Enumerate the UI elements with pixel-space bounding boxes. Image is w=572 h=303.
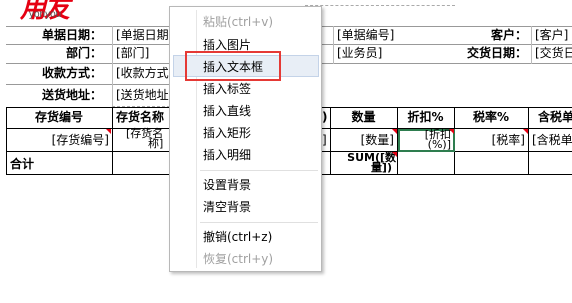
menu-item-insert-line[interactable]: 插入直线	[203, 103, 251, 119]
grid-line	[112, 26, 113, 106]
logo-sub: yonyou	[29, 9, 62, 20]
label-customer: 客户：	[490, 28, 527, 42]
field-delivery-date[interactable]: [交货日	[535, 46, 572, 61]
col-header-taxprice: 含税单	[538, 110, 572, 124]
label-doc-date: 单据日期：	[41, 28, 102, 42]
menu-item-paste[interactable]: 粘贴(ctrl+v)	[203, 14, 273, 30]
grid-line	[6, 84, 172, 85]
table-border	[112, 107, 113, 175]
cell-discount-line2[interactable]: (%)]	[398, 139, 451, 150]
col-header-paren: )	[322, 110, 328, 124]
menu-item-undo[interactable]: 撤销(ctrl+z)	[203, 229, 272, 245]
menu-gutter	[196, 10, 197, 268]
menu-item-insert-label[interactable]: 插入标签	[203, 81, 251, 97]
field-marker-icon	[392, 129, 397, 134]
menu-item-set-background[interactable]: 设置背景	[203, 177, 251, 193]
field-marker-icon	[106, 129, 111, 134]
menu-item-insert-rect[interactable]: 插入矩形	[203, 125, 251, 141]
menu-separator	[200, 222, 318, 223]
highlight-annotation-box	[185, 51, 281, 81]
menu-item-insert-detail[interactable]: 插入明细	[203, 147, 251, 163]
field-doc-date[interactable]: [单据日期	[116, 28, 169, 43]
label-address: 送货地址：	[41, 88, 102, 102]
label-payment: 收款方式：	[41, 66, 102, 80]
grid-line	[333, 26, 334, 64]
field-salesman[interactable]: [业务员]	[337, 46, 382, 61]
total-label: 合计	[10, 157, 35, 171]
menu-item-redo[interactable]: 恢复(ctrl+y)	[203, 251, 273, 267]
cell-qty[interactable]: [数量]	[330, 133, 394, 148]
field-marker-icon	[523, 129, 528, 134]
menu-item-clear-background[interactable]: 清空背景	[203, 199, 251, 215]
field-doc-no[interactable]: [单据编号]	[337, 28, 394, 43]
table-border	[528, 107, 529, 175]
col-header-discount: 折扣%	[407, 110, 444, 124]
col-header-tax: 税率%	[472, 110, 510, 124]
total-sum-line2[interactable]: 量])	[334, 162, 392, 173]
field-payment[interactable]: [收款方式	[116, 66, 169, 81]
field-marker-icon	[392, 152, 397, 157]
col-header-code: 存货编号	[34, 110, 83, 124]
menu-separator	[200, 170, 318, 171]
cell-bracket: ]	[322, 133, 327, 147]
cell-taxprice[interactable]: [含税单	[532, 133, 572, 148]
col-header-qty: 数量	[351, 110, 376, 124]
cell-name-line2[interactable]: 称]	[148, 138, 163, 149]
label-delivery-date: 交货日期：	[466, 46, 527, 60]
col-header-name: 存货名称	[116, 110, 165, 124]
grid-line	[531, 26, 532, 64]
field-customer[interactable]: [客户]	[535, 28, 568, 43]
cell-code[interactable]: [存货编号]	[6, 133, 109, 148]
cell-tax[interactable]: [税率]	[454, 133, 525, 148]
field-address[interactable]: [送货地址	[116, 88, 169, 103]
context-menu: 粘贴(ctrl+v) 插入图片 插入文本框 插入标签 插入直线 插入矩形 插入明…	[169, 6, 322, 272]
title-dash-line	[305, 5, 455, 6]
field-dept[interactable]: [部门]	[116, 46, 149, 61]
label-dept: 部门：	[65, 46, 102, 60]
